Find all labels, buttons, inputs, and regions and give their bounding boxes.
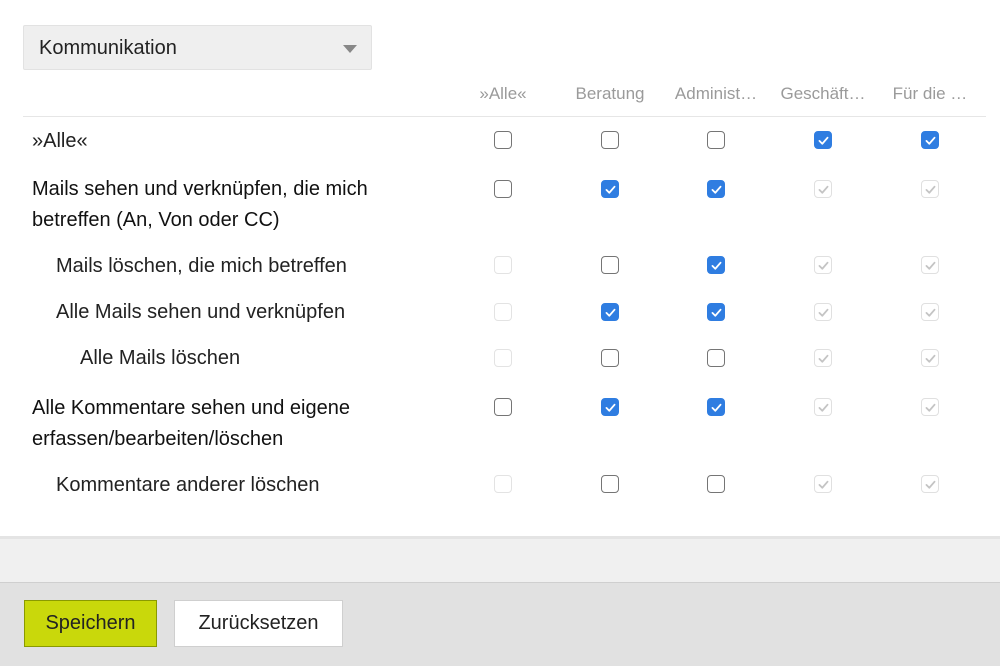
- checkmark-icon: [925, 480, 935, 489]
- row-label-line: erfassen/bearbeiten/löschen: [32, 428, 284, 450]
- checkbox-disabled-checked: [814, 303, 832, 321]
- category-dropdown[interactable]: Kommunikation: [23, 25, 372, 70]
- checkbox-checked[interactable]: [601, 303, 619, 321]
- checkbox-disabled-checked: [921, 349, 939, 367]
- checkbox-checked[interactable]: [921, 131, 939, 149]
- row-label-kommentare-anderer: Kommentare anderer löschen: [56, 470, 319, 501]
- checkbox-disabled-checked: [814, 349, 832, 367]
- checkmark-icon: [711, 185, 721, 194]
- checkmark-icon: [925, 403, 935, 412]
- permissions-panel: Kommunikation »Alle« Beratung Administ… …: [0, 0, 1000, 536]
- checkbox-checked[interactable]: [814, 131, 832, 149]
- checkbox-checked[interactable]: [707, 398, 725, 416]
- checkmark-icon: [925, 308, 935, 317]
- row-label-kommentare-sehen: Alle Kommentare sehen und eigene erfasse…: [32, 393, 350, 455]
- checkbox-disabled-checked: [814, 180, 832, 198]
- column-header-geschaeft: Geschäft…: [780, 84, 866, 103]
- checkbox-disabled-checked: [814, 475, 832, 493]
- checkbox-unchecked[interactable]: [494, 180, 512, 198]
- checkmark-icon: [711, 403, 721, 412]
- checkmark-icon: [925, 354, 935, 363]
- checkbox-checked[interactable]: [707, 180, 725, 198]
- checkmark-icon: [925, 261, 935, 270]
- checkbox-unchecked[interactable]: [494, 131, 512, 149]
- checkmark-icon: [818, 308, 828, 317]
- checkbox-disabled-checked: [921, 256, 939, 274]
- checkbox-unchecked[interactable]: [707, 475, 725, 493]
- column-header-administration: Administ…: [674, 84, 758, 103]
- checkbox-disabled-checked: [814, 398, 832, 416]
- save-button[interactable]: Speichern: [24, 600, 157, 647]
- checkbox-disabled-empty: [494, 475, 512, 493]
- checkbox-unchecked[interactable]: [601, 349, 619, 367]
- checkbox-unchecked[interactable]: [601, 256, 619, 274]
- checkbox-disabled-checked: [814, 256, 832, 274]
- checkmark-icon: [818, 480, 828, 489]
- row-label-alle-mails-sehen: Alle Mails sehen und verknüpfen: [56, 297, 345, 328]
- checkbox-disabled-checked: [921, 475, 939, 493]
- row-label-line: betreffen (An, Von oder CC): [32, 209, 280, 231]
- checkbox-disabled-checked: [921, 180, 939, 198]
- row-label-line: Alle Mails löschen: [80, 347, 241, 369]
- divider-band: [0, 536, 1000, 582]
- checkbox-unchecked[interactable]: [601, 475, 619, 493]
- checkmark-icon: [605, 185, 615, 194]
- checkbox-checked[interactable]: [707, 256, 725, 274]
- row-label-line: Mails löschen, die mich betreffen: [56, 255, 347, 277]
- row-label-alle: »Alle«: [32, 126, 88, 157]
- reset-button[interactable]: Zurücksetzen: [174, 600, 343, 647]
- checkbox-checked[interactable]: [601, 398, 619, 416]
- checkmark-icon: [711, 261, 721, 270]
- checkbox-disabled-empty: [494, 349, 512, 367]
- row-label-line: »Alle«: [32, 130, 88, 152]
- row-label-line: Kommentare anderer löschen: [56, 474, 320, 496]
- checkbox-disabled-checked: [921, 398, 939, 416]
- row-label-line: Mails sehen und verknüpfen, die mich: [32, 178, 368, 200]
- checkbox-unchecked[interactable]: [707, 131, 725, 149]
- checkbox-unchecked[interactable]: [707, 349, 725, 367]
- row-label-mails-loeschen-mich: Mails löschen, die mich betreffen: [56, 251, 347, 282]
- checkbox-unchecked[interactable]: [494, 398, 512, 416]
- checkmark-icon: [818, 136, 828, 145]
- header-divider: [23, 116, 986, 117]
- checkbox-checked[interactable]: [707, 303, 725, 321]
- row-label-line: Alle Mails sehen und verknüpfen: [56, 301, 346, 323]
- checkbox-disabled-empty: [494, 256, 512, 274]
- checkmark-icon: [818, 185, 828, 194]
- row-label-alle-mails-loeschen: Alle Mails löschen: [80, 343, 240, 374]
- category-dropdown-value: Kommunikation: [39, 37, 177, 59]
- checkmark-icon: [818, 354, 828, 363]
- row-label-line: Alle Kommentare sehen und eigene: [32, 397, 350, 419]
- checkbox-disabled-empty: [494, 303, 512, 321]
- checkmark-icon: [925, 136, 935, 145]
- row-label-mails-sehen-mich: Mails sehen und verknüpfen, die mich bet…: [32, 174, 368, 236]
- column-header-beratung: Beratung: [575, 84, 645, 103]
- checkmark-icon: [925, 185, 935, 194]
- checkmark-icon: [818, 403, 828, 412]
- caret-down-icon: [343, 45, 357, 53]
- checkbox-unchecked[interactable]: [601, 131, 619, 149]
- checkmark-icon: [818, 261, 828, 270]
- column-header-alle: »Alle«: [479, 84, 527, 103]
- checkmark-icon: [605, 403, 615, 412]
- checkmark-icon: [711, 308, 721, 317]
- column-header-fuer-die: Für die …: [892, 84, 968, 103]
- checkbox-disabled-checked: [921, 303, 939, 321]
- checkmark-icon: [605, 308, 615, 317]
- checkbox-checked[interactable]: [601, 180, 619, 198]
